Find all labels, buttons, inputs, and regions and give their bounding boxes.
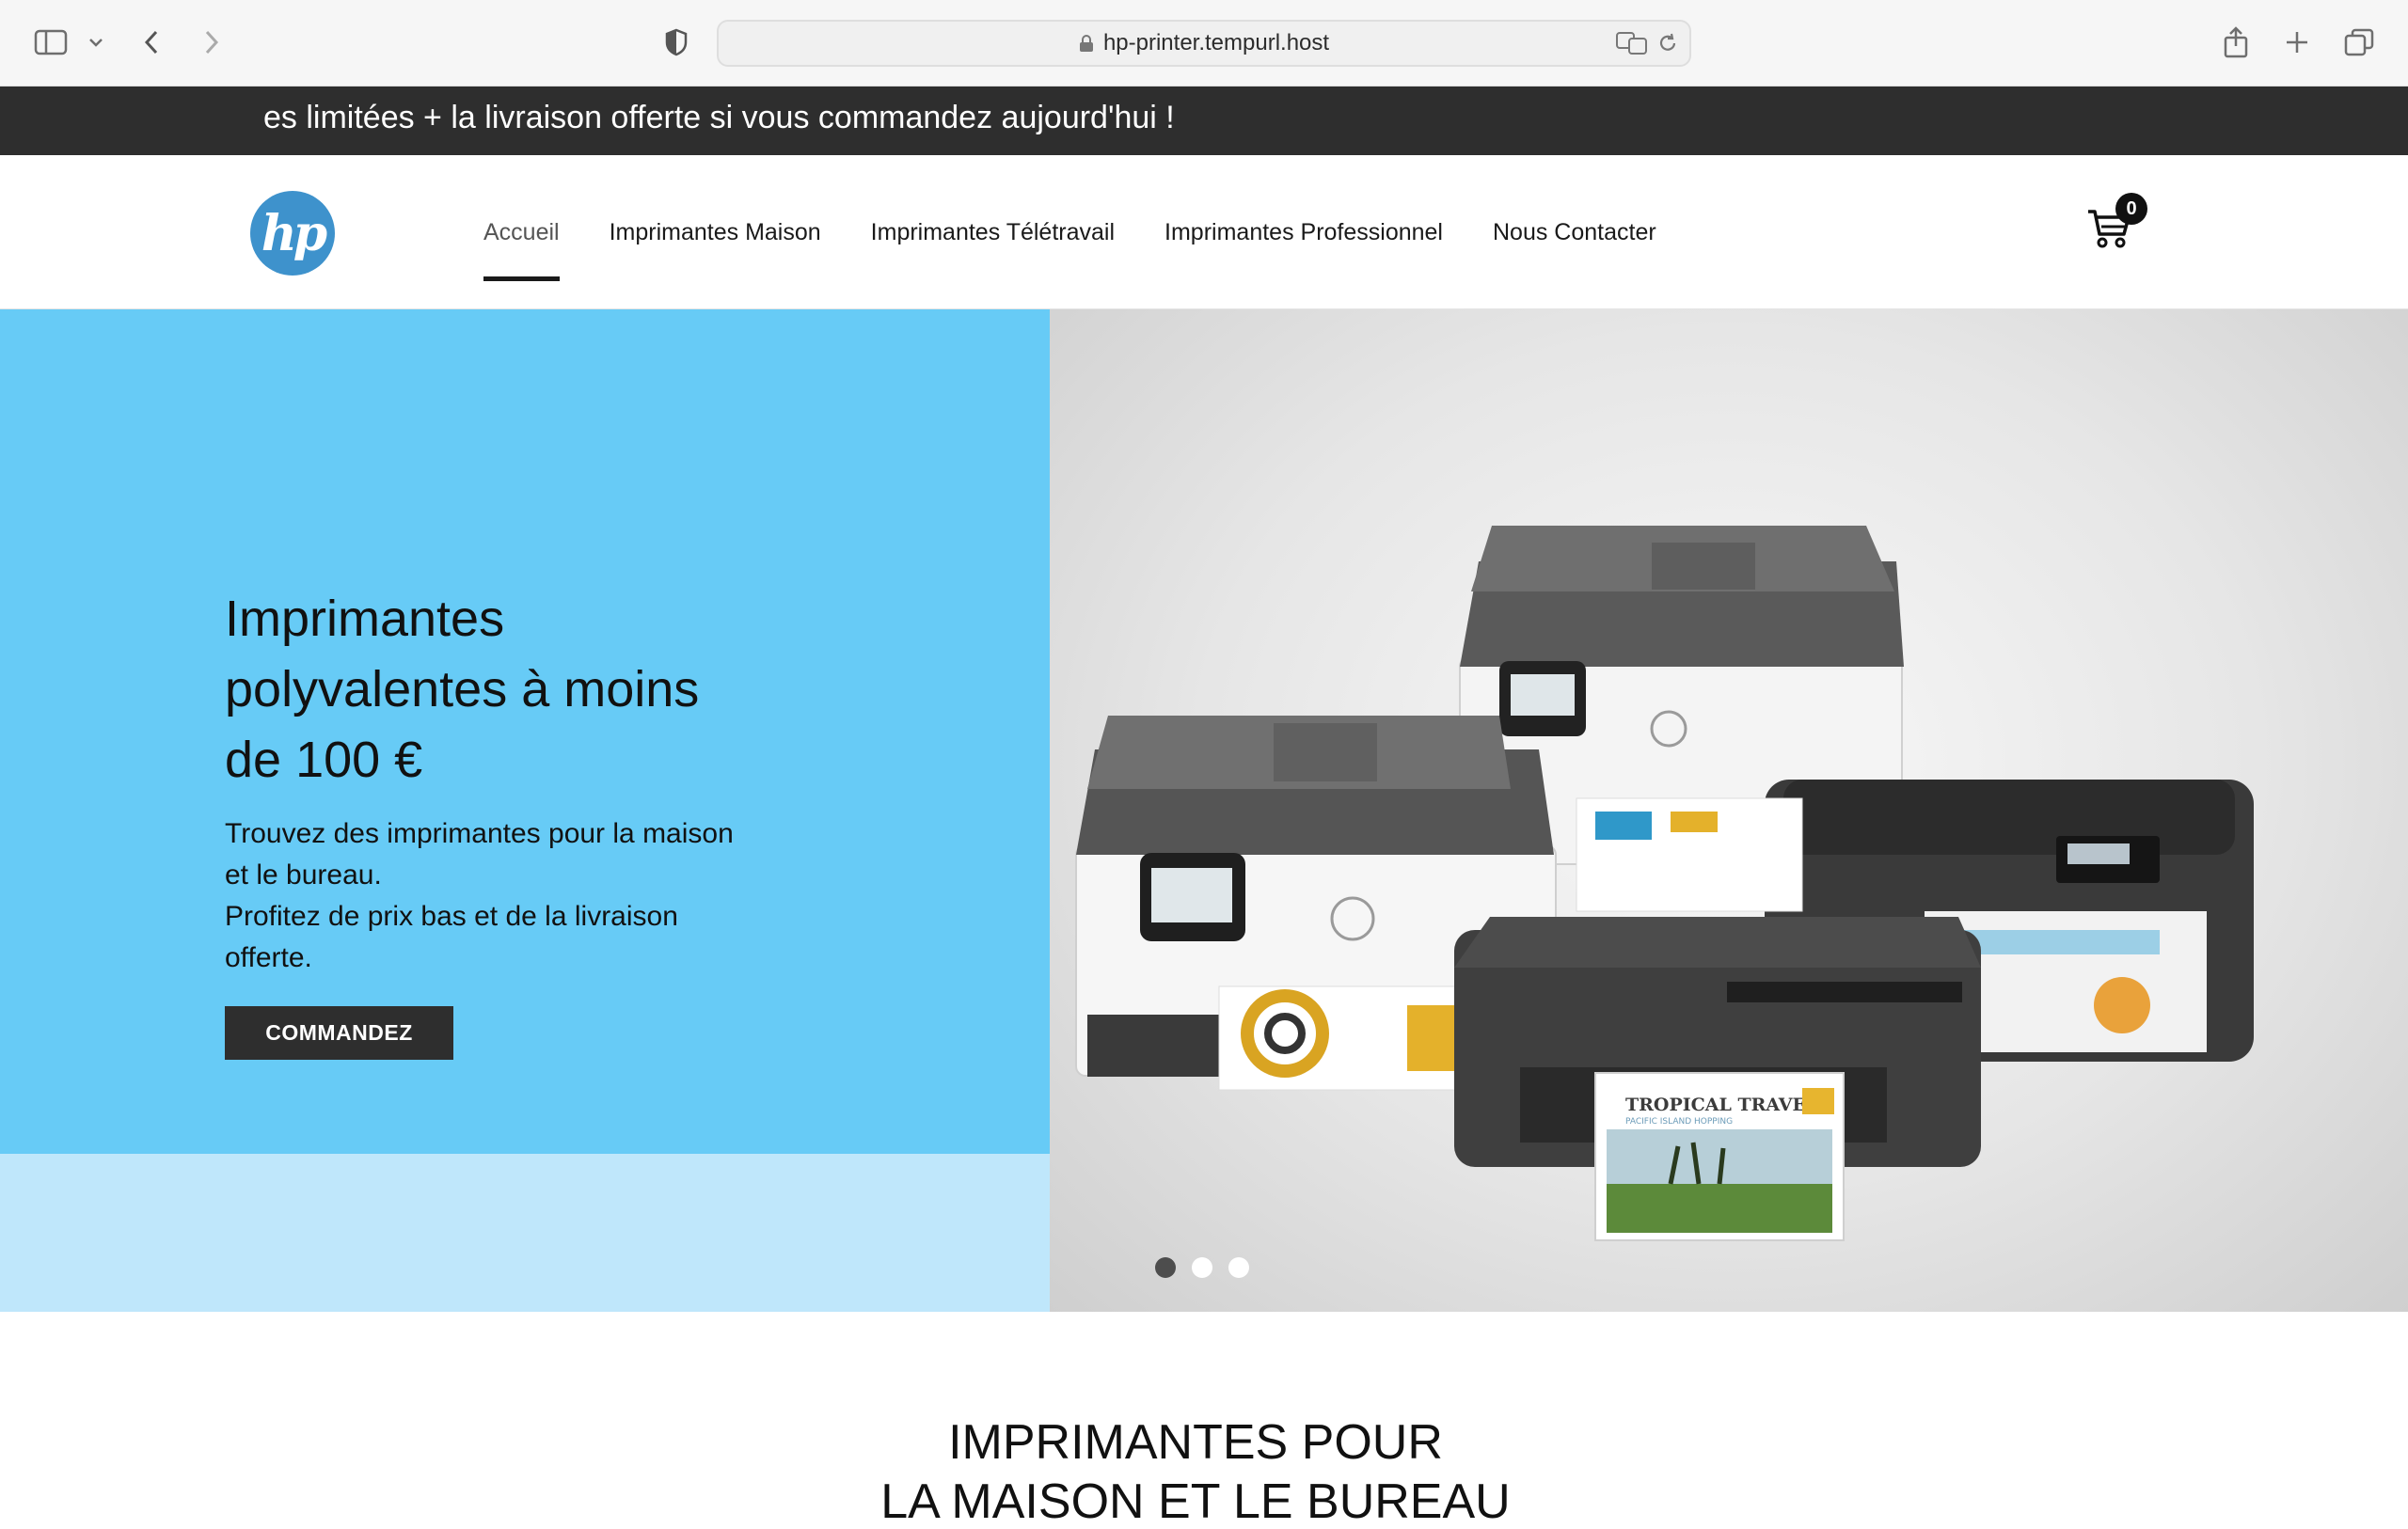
url-text: hp-printer.tempurl.host: [1102, 30, 1330, 55]
chevron-down-icon[interactable]: [85, 21, 107, 64]
reload-icon[interactable]: [1657, 33, 1678, 58]
lock-icon: [1079, 34, 1094, 53]
announcement-bar: es limitées + la livraison offerte si vo…: [0, 87, 2408, 155]
privacy-shield-icon[interactable]: [662, 21, 690, 64]
nav-item-accueil[interactable]: Accueil: [483, 155, 560, 309]
nav-item-imprimantes-professionnel[interactable]: Imprimantes Professionnel: [1164, 155, 1443, 309]
paper-heading: TROPICAL TRAVEL: [1625, 1095, 1818, 1115]
logo-text: hp: [261, 204, 327, 262]
address-bar[interactable]: hp-printer.tempurl.host: [717, 20, 1691, 67]
slide-dot-1[interactable]: [1155, 1257, 1176, 1278]
hp-logo[interactable]: hp: [250, 191, 335, 276]
printer-front: TROPICAL TRAVEL PACIFIC ISLAND HOPPING: [1454, 917, 1981, 1241]
slide-dot-3[interactable]: [1228, 1257, 1249, 1278]
hero-text-panel: Imprimantes polyvalentes à moins de 100 …: [0, 309, 1050, 1154]
slide-dot-2[interactable]: [1192, 1257, 1212, 1278]
nav-item-imprimantes-teletravail[interactable]: Imprimantes Télétravail: [871, 155, 1115, 309]
commandez-button[interactable]: COMMANDEZ: [225, 1006, 453, 1060]
section-title: IMPRIMANTES POUR: [948, 1415, 1443, 1470]
new-tab-icon[interactable]: [2282, 21, 2312, 64]
section-title-line2: LA MAISON ET LE BUREAU: [880, 1474, 1511, 1529]
hero-subtitle-line2: Profitez de prix bas et de la livraison …: [225, 901, 678, 973]
hero-subtitle-line1: Trouvez des imprimantes pour la maison e…: [225, 818, 734, 891]
nav-item-nous-contacter[interactable]: Nous Contacter: [1493, 155, 1656, 309]
hero-title: Imprimantes polyvalentes à moins de 100 …: [225, 591, 700, 788]
announcement-text: es limitées + la livraison offerte si vo…: [263, 100, 1175, 135]
cart-count-badge: 0: [2115, 193, 2147, 225]
main-nav: Accueil Imprimantes Maison Imprimantes T…: [483, 155, 1706, 309]
translate-icon[interactable]: [1616, 31, 1648, 60]
nav-item-imprimantes-maison[interactable]: Imprimantes Maison: [610, 155, 821, 309]
slider-dots: [1155, 1257, 1249, 1278]
printers-image: TROPICAL TRAVEL PACIFIC ISLAND HOPPING: [1075, 526, 2254, 1241]
hero-left-bottom-band: [0, 1154, 1050, 1312]
sidebar-toggle-icon[interactable]: [32, 21, 70, 64]
site-header: hp Accueil Imprimantes Maison Imprimante…: [0, 155, 2408, 309]
hero-subtitle: Trouvez des imprimantes pour la maison e…: [225, 813, 752, 979]
paper-subheading: PACIFIC ISLAND HOPPING: [1625, 1117, 1733, 1127]
tab-overview-icon[interactable]: [2342, 21, 2376, 64]
browser-toolbar: hp-printer.tempurl.host: [0, 0, 2408, 87]
share-icon[interactable]: [2220, 21, 2252, 64]
back-icon[interactable]: [137, 21, 166, 64]
hero-slider[interactable]: TROPICAL TRAVEL PACIFIC ISLAND HOPPING: [1050, 309, 2408, 1312]
forward-icon[interactable]: [198, 21, 226, 64]
